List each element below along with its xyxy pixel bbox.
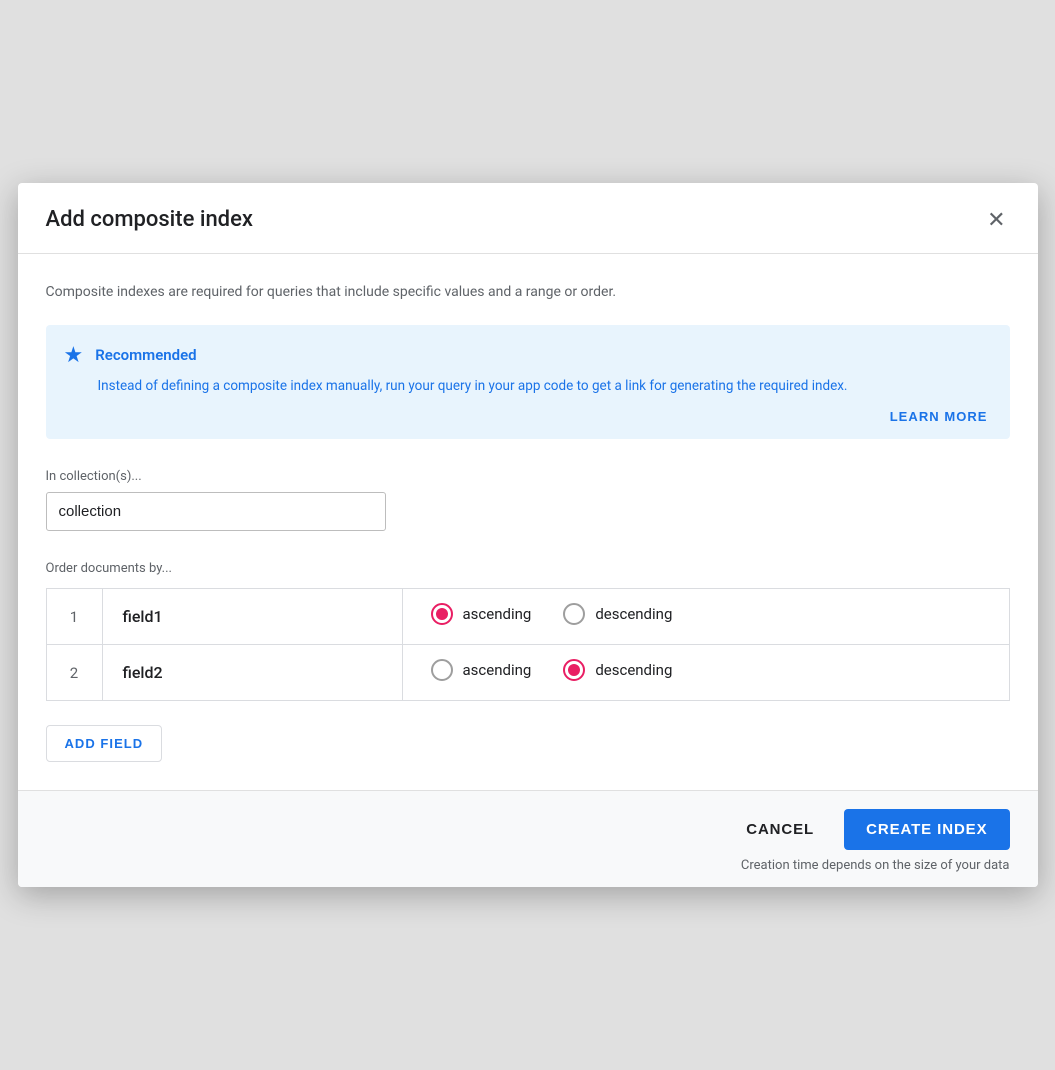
dialog-title: Add composite index xyxy=(46,207,253,232)
star-icon: ★ xyxy=(64,343,84,368)
ascending-radio-1[interactable] xyxy=(431,603,453,625)
subtitle-text: Composite indexes are required for queri… xyxy=(46,282,1010,303)
fields-table: 1 field1 ascending descending xyxy=(46,588,1010,701)
add-field-button[interactable]: ADD FIELD xyxy=(46,725,163,762)
info-box: ★ Recommended Instead of defining a comp… xyxy=(46,325,1010,440)
descending-label: descending xyxy=(595,605,672,623)
descending-option-2[interactable]: descending xyxy=(563,659,672,681)
dialog-body: Composite indexes are required for queri… xyxy=(18,254,1038,791)
dialog-header: Add composite index ✕ xyxy=(18,183,1038,254)
close-button[interactable]: ✕ xyxy=(983,205,1009,235)
ascending-option-1[interactable]: ascending xyxy=(431,603,532,625)
field-number: 1 xyxy=(46,589,102,645)
table-row: 2 field2 ascending descending xyxy=(46,645,1009,701)
descending-radio-2[interactable] xyxy=(563,659,585,681)
field-options: ascending descending xyxy=(403,645,1009,695)
cancel-button[interactable]: CANCEL xyxy=(728,811,832,848)
create-index-button[interactable]: CREATE INDEX xyxy=(844,809,1009,850)
learn-more-row: LEARN MORE xyxy=(64,406,988,425)
descending-option-1[interactable]: descending xyxy=(563,603,672,625)
recommended-label: Recommended xyxy=(95,346,196,364)
collection-input[interactable] xyxy=(46,492,386,531)
order-section: Order documents by... 1 field1 ascending xyxy=(46,561,1010,790)
add-composite-index-dialog: Add composite index ✕ Composite indexes … xyxy=(18,183,1038,888)
collection-section: In collection(s)... xyxy=(46,469,1010,561)
order-section-label: Order documents by... xyxy=(46,561,1010,576)
ascending-radio-2[interactable] xyxy=(431,659,453,681)
dialog-footer: CANCEL CREATE INDEX Creation time depend… xyxy=(18,790,1038,887)
learn-more-button[interactable]: LEARN MORE xyxy=(890,409,988,424)
ascending-label: ascending xyxy=(463,661,532,679)
info-box-header: ★ Recommended xyxy=(64,343,988,368)
ascending-label: ascending xyxy=(463,605,532,623)
field-name: field2 xyxy=(102,645,402,701)
collection-section-label: In collection(s)... xyxy=(46,469,1010,484)
close-icon: ✕ xyxy=(987,209,1005,231)
descending-label: descending xyxy=(595,661,672,679)
table-row: 1 field1 ascending descending xyxy=(46,589,1009,645)
field-options: ascending descending xyxy=(403,589,1009,639)
footer-note: Creation time depends on the size of you… xyxy=(46,858,1010,873)
field-name: field1 xyxy=(102,589,402,645)
descending-radio-1[interactable] xyxy=(563,603,585,625)
footer-actions: CANCEL CREATE INDEX xyxy=(46,809,1010,850)
field-number: 2 xyxy=(46,645,102,701)
ascending-option-2[interactable]: ascending xyxy=(431,659,532,681)
info-box-text: Instead of defining a composite index ma… xyxy=(98,376,988,397)
